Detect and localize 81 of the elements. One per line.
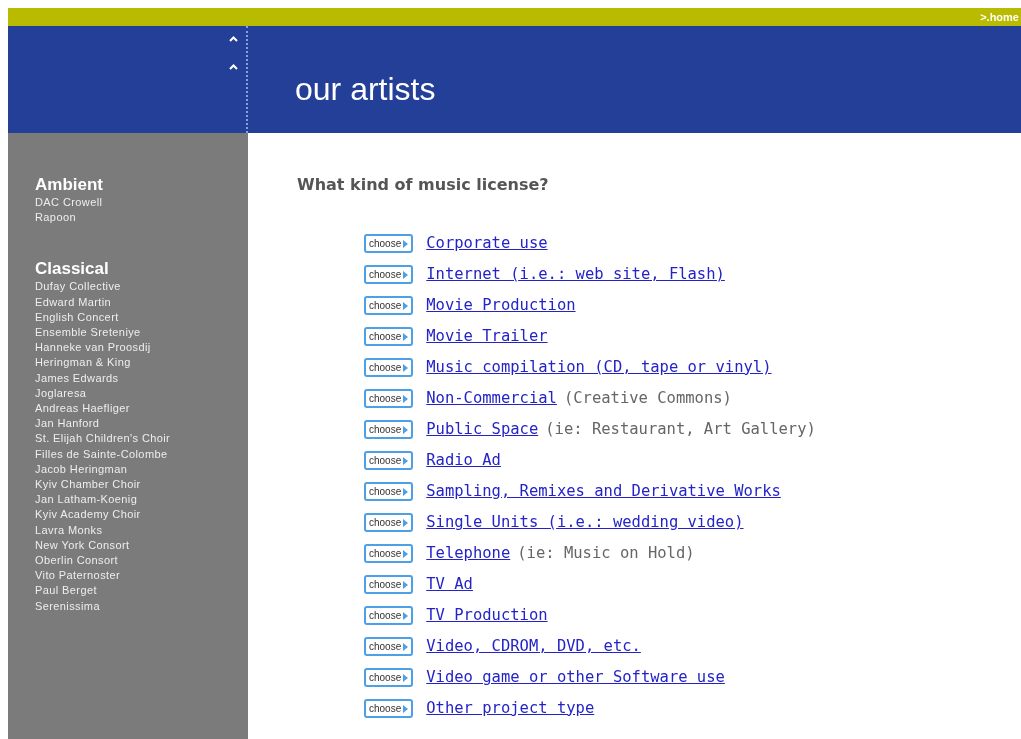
- artist-link[interactable]: Edward Martin: [35, 294, 248, 310]
- artist-link[interactable]: Filles de Sainte-Colombe: [35, 446, 248, 462]
- artist-link[interactable]: New York Consort: [35, 537, 248, 554]
- artist-link[interactable]: Rapoon: [35, 210, 248, 226]
- choose-button[interactable]: choose: [364, 451, 414, 470]
- triangle-right-icon: [403, 549, 409, 558]
- triangle-right-icon: [403, 704, 409, 713]
- artist-link[interactable]: Andreas Haefliger: [35, 401, 248, 417]
- license-link[interactable]: Telephone: [426, 541, 511, 566]
- license-link[interactable]: Music compilation (CD, tape or vinyl): [426, 355, 772, 380]
- triangle-right-icon: [403, 487, 409, 496]
- choose-button[interactable]: choose: [364, 327, 414, 346]
- license-note: (ie: Restaurant, Art Gallery): [545, 418, 816, 440]
- choose-button[interactable]: choose: [364, 575, 414, 594]
- artist-link[interactable]: English Concert: [35, 309, 248, 325]
- triangle-right-icon: [403, 301, 409, 310]
- triangle-right-icon: [403, 332, 409, 341]
- choose-button[interactable]: choose: [364, 296, 414, 315]
- license-link[interactable]: Video, CDROM, DVD, etc.: [426, 634, 641, 659]
- triangle-right-icon: [403, 363, 409, 372]
- artist-link[interactable]: Paul Berget: [35, 583, 248, 599]
- license-link[interactable]: Corporate use: [426, 231, 548, 256]
- artist-link[interactable]: James Edwards: [35, 370, 248, 386]
- artist-link[interactable]: St. Elijah Children's Choir: [35, 431, 248, 447]
- artist-link[interactable]: DAC Crowell: [35, 195, 248, 211]
- choose-button[interactable]: choose: [364, 265, 414, 284]
- license-link[interactable]: Internet (i.e.: web site, Flash): [426, 262, 725, 287]
- license-link[interactable]: Radio Ad: [426, 448, 501, 473]
- caret-up-icon[interactable]: [229, 64, 238, 70]
- triangle-right-icon: [403, 673, 409, 682]
- triangle-right-icon: [403, 611, 409, 620]
- license-note: (Creative Commons): [563, 387, 732, 409]
- artist-link[interactable]: Joglaresa: [35, 385, 248, 402]
- artist-link[interactable]: Jacob Heringman: [35, 461, 248, 478]
- artist-link[interactable]: Serenissima: [35, 598, 248, 614]
- artist-link[interactable]: Ensemble Sreteniye: [35, 325, 248, 341]
- triangle-right-icon: [403, 518, 409, 527]
- choose-button[interactable]: choose: [364, 358, 414, 377]
- choose-button[interactable]: choose: [364, 668, 414, 687]
- choose-button[interactable]: choose: [364, 637, 414, 656]
- artist-link[interactable]: Kyiv Chamber Choir: [35, 477, 248, 493]
- triangle-right-icon: [403, 642, 409, 651]
- caret-up-icon[interactable]: [229, 36, 238, 42]
- page-title: our artists: [295, 73, 436, 109]
- license-link[interactable]: Public Space: [426, 417, 539, 442]
- triangle-right-icon: [403, 425, 409, 434]
- license-note: (ie: Music on Hold): [517, 542, 695, 564]
- license-link[interactable]: Other project type: [426, 696, 595, 721]
- license-link[interactable]: Video game or other Software use: [426, 665, 725, 690]
- artist-link[interactable]: Kyiv Academy Choir: [35, 507, 248, 523]
- license-link[interactable]: TV Production: [426, 603, 548, 628]
- license-link[interactable]: Single Units (i.e.: wedding video): [426, 510, 744, 535]
- artist-link[interactable]: Heringman & King: [35, 355, 248, 371]
- license-link[interactable]: TV Ad: [426, 572, 473, 597]
- triangle-right-icon: [403, 394, 409, 403]
- license-link[interactable]: Sampling, Remixes and Derivative Works: [426, 479, 781, 504]
- license-link[interactable]: Non-Commercial: [426, 386, 557, 411]
- choose-button[interactable]: choose: [364, 234, 414, 253]
- genre-heading: Classical: [35, 259, 110, 280]
- license-link[interactable]: Movie Trailer: [426, 324, 548, 349]
- choose-button[interactable]: choose: [364, 482, 414, 501]
- triangle-right-icon: [403, 239, 409, 248]
- artist-link[interactable]: Lavra Monks: [35, 522, 248, 538]
- choose-button[interactable]: choose: [364, 513, 414, 532]
- artist-link[interactable]: Vito Paternoster: [35, 568, 248, 584]
- artist-link[interactable]: Jan Hanford: [35, 416, 248, 432]
- artist-link[interactable]: Dufay Collective: [35, 279, 248, 295]
- triangle-right-icon: [403, 580, 409, 589]
- artist-link[interactable]: Jan Latham-Koenig: [35, 492, 248, 508]
- choose-button[interactable]: choose: [364, 606, 414, 625]
- artist-link[interactable]: Oberlin Consort: [35, 553, 248, 569]
- triangle-right-icon: [403, 270, 409, 279]
- choose-button[interactable]: choose: [364, 389, 414, 408]
- question-heading: What kind of music license?: [297, 174, 550, 196]
- genre-heading: Ambient: [35, 175, 104, 195]
- choose-button[interactable]: choose: [364, 544, 414, 563]
- license-link[interactable]: Movie Production: [426, 293, 576, 318]
- triangle-right-icon: [403, 456, 409, 465]
- choose-button[interactable]: choose: [364, 420, 414, 439]
- choose-button[interactable]: choose: [364, 699, 414, 718]
- artist-link[interactable]: Hanneke van Proosdij: [35, 340, 248, 356]
